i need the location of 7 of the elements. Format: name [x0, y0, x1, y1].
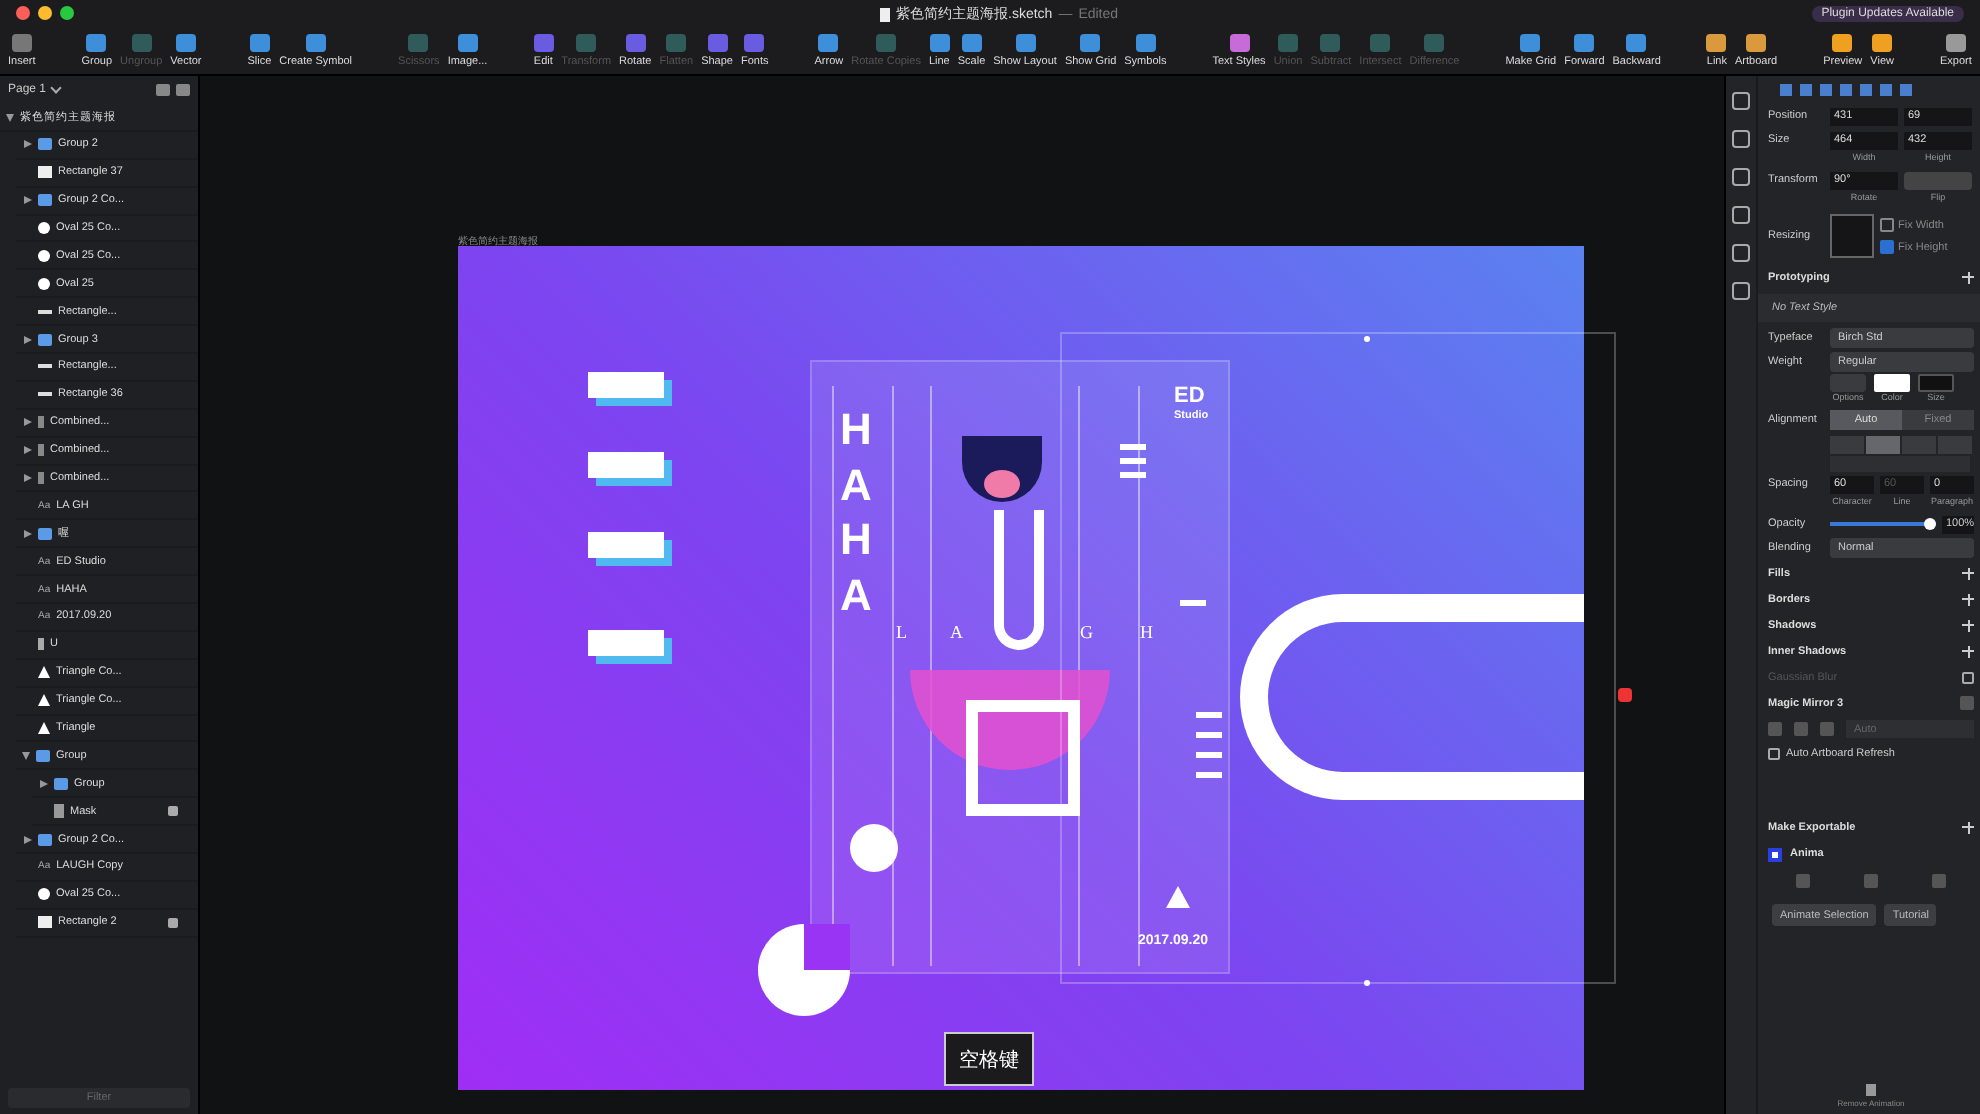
- poster-letter: G: [1080, 622, 1093, 642]
- poster-letter: A: [950, 622, 963, 642]
- poster-headline: HAHA: [840, 402, 874, 622]
- poster-logo: ED: [1174, 386, 1205, 408]
- key-hint-caption: 空格键: [944, 1032, 1034, 1086]
- poster-letter: H: [1140, 622, 1153, 642]
- poster-letter: L: [896, 622, 907, 642]
